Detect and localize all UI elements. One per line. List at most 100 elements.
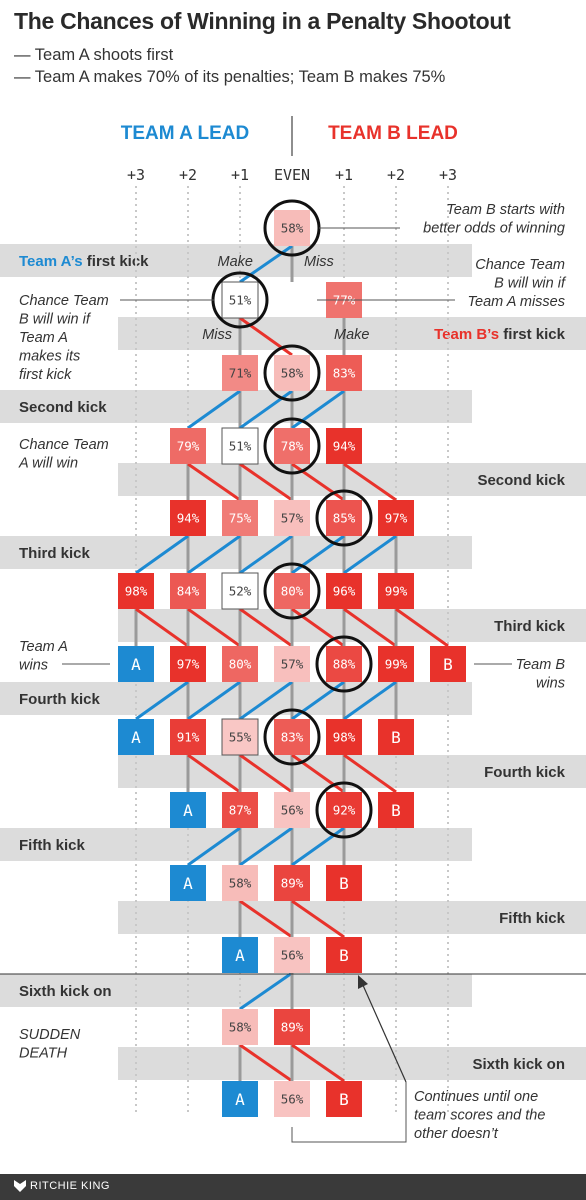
- team-b-wins-cell: B: [326, 865, 362, 901]
- probability-cell: 96%: [326, 573, 362, 609]
- cell-value: 71%: [229, 366, 252, 381]
- cell-value: 99%: [385, 657, 408, 672]
- probability-cell: 58%: [222, 1009, 258, 1045]
- column-label: EVEN: [274, 166, 310, 184]
- note-team-b-odds: Team B starts with: [446, 202, 565, 218]
- note-team-b-win-if-miss: Team A misses: [468, 294, 566, 310]
- terminal-letter: B: [339, 874, 349, 893]
- note-team-a-win: Chance Team: [19, 437, 109, 453]
- cell-value: 75%: [229, 511, 252, 526]
- note-continues: team scores and the: [414, 1108, 545, 1124]
- terminal-letter: A: [235, 946, 245, 965]
- cell-value: 57%: [281, 511, 304, 526]
- cell-value: 55%: [229, 730, 252, 745]
- terminal-letter: B: [339, 946, 349, 965]
- cell-value: 97%: [385, 511, 408, 526]
- probability-cell: 51%: [221, 427, 259, 465]
- probability-cell: 55%: [221, 718, 259, 756]
- team-b-wins-cell: B: [326, 1081, 362, 1117]
- cell-value: 80%: [229, 657, 252, 672]
- cell-value: 94%: [333, 439, 356, 454]
- kick-label: Fourth kick: [484, 764, 566, 781]
- cell-value: 58%: [229, 876, 252, 891]
- cell-value: 58%: [281, 366, 304, 381]
- cell-value: 57%: [281, 657, 304, 672]
- shootout-diagram: Team A’s first kick Team B’s first kick Se…: [0, 116, 586, 1143]
- note-team-b-win-if-make: Team A: [19, 330, 68, 346]
- team-a-wins-cell: A: [118, 646, 154, 682]
- cell-value: 94%: [177, 511, 200, 526]
- terminal-letter: B: [339, 1090, 349, 1109]
- footer-credit: RITCHIE KING: [30, 1180, 110, 1192]
- probability-cell: 94%: [170, 500, 206, 536]
- cell-value: 56%: [281, 803, 304, 818]
- probability-cell: 98%: [118, 573, 154, 609]
- probability-cell: 97%: [378, 500, 414, 536]
- probability-cell: 56%: [274, 792, 310, 828]
- team-a-wins-cell: A: [170, 792, 206, 828]
- probability-cell: 58%: [222, 865, 258, 901]
- kick-label: Third kick: [19, 545, 91, 562]
- probability-cell: 99%: [378, 646, 414, 682]
- team-a-wins-cell: A: [170, 865, 206, 901]
- terminal-letter: B: [443, 655, 453, 674]
- probability-cell: 99%: [378, 573, 414, 609]
- terminal-letter: B: [391, 801, 401, 820]
- kick-label: Second kick: [477, 472, 565, 489]
- note-team-b-win-if-make: Chance Team: [19, 293, 109, 309]
- terminal-letter: B: [391, 728, 401, 747]
- kick-label: Third kick: [494, 618, 566, 635]
- note-team-b-win-if-make: first kick: [19, 367, 72, 383]
- cell-value: 89%: [281, 876, 304, 891]
- probability-cell: 57%: [274, 500, 310, 536]
- team-a-lead-label: TEAM A LEAD: [121, 123, 249, 144]
- probability-cell: 84%: [170, 573, 206, 609]
- terminal-letter: A: [183, 874, 193, 893]
- make-label: Make: [334, 327, 369, 343]
- note-team-b-odds: better odds of winning: [423, 221, 565, 237]
- cell-value: 83%: [333, 366, 356, 381]
- cell-value: 80%: [281, 584, 304, 599]
- header: TEAM A LEAD TEAM B LEAD +3 +2 +1 EVEN +1 +2 +3: [121, 116, 458, 184]
- probability-cell: 89%: [274, 1009, 310, 1045]
- cell-value: 52%: [229, 584, 252, 599]
- column-label: +3: [127, 166, 145, 184]
- cell-value: 58%: [229, 1020, 252, 1035]
- kick-label: Team A’s first kick: [19, 253, 149, 270]
- kick-label: Fifth kick: [499, 910, 566, 927]
- probability-cell: 80%: [222, 646, 258, 682]
- note-team-b-win-if-miss: Chance Team: [475, 257, 565, 273]
- team-a-wins-cell: A: [222, 937, 258, 973]
- fox-icon: [14, 1180, 26, 1192]
- probability-cell: 79%: [170, 428, 206, 464]
- probability-cell: 97%: [170, 646, 206, 682]
- miss-label: Miss: [202, 327, 232, 343]
- note-team-b-win-if-make: B will win if: [19, 312, 92, 328]
- probability-cell: 94%: [326, 428, 362, 464]
- cell-value: 92%: [333, 803, 356, 818]
- cell-value: 91%: [177, 730, 200, 745]
- note-team-a-wins: wins: [19, 658, 48, 674]
- terminal-letter: A: [131, 655, 141, 674]
- cell-value: 97%: [177, 657, 200, 672]
- team-b-lead-label: TEAM B LEAD: [328, 123, 458, 144]
- note-team-b-wins: Team B: [516, 657, 566, 673]
- team-b-wins-cell: B: [430, 646, 466, 682]
- column-label: +1: [335, 166, 353, 184]
- note-continues: Continues until one: [414, 1089, 538, 1105]
- probability-cell: 83%: [326, 355, 362, 391]
- miss-label: Miss: [304, 254, 334, 270]
- cell-value: 84%: [177, 584, 200, 599]
- team-b-wins-cell: B: [378, 792, 414, 828]
- team-a-wins-cell: A: [222, 1081, 258, 1117]
- cell-value: 96%: [333, 584, 356, 599]
- cell-value: 79%: [177, 439, 200, 454]
- note-team-b-win-if-make: makes its: [19, 349, 80, 365]
- cell-value: 58%: [281, 221, 304, 236]
- column-label: +2: [387, 166, 405, 184]
- team-b-wins-cell: B: [326, 937, 362, 973]
- kick-label: Sixth kick on: [472, 1056, 565, 1073]
- cell-value: 78%: [281, 439, 304, 454]
- probability-cell: 57%: [274, 646, 310, 682]
- note-team-b-wins: wins: [536, 676, 565, 692]
